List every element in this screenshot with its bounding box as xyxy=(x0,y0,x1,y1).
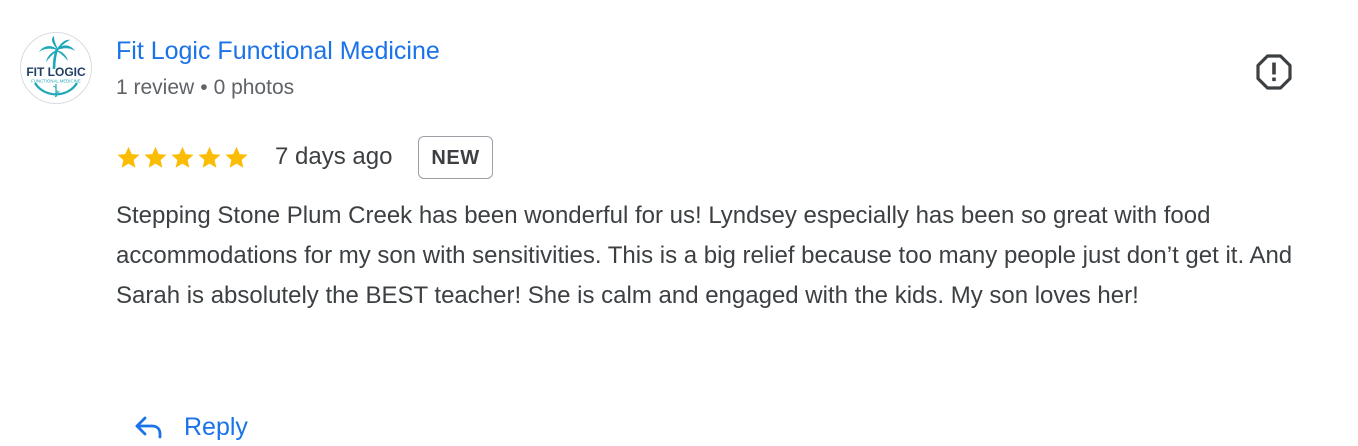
reply-label: Reply xyxy=(184,412,248,441)
review-count: 1 review xyxy=(116,76,195,99)
star-rating xyxy=(116,145,249,170)
rating-row: 7 days ago NEW xyxy=(116,134,493,180)
reviewer-name-link[interactable]: Fit Logic Functional Medicine xyxy=(116,37,440,66)
review-text: Stepping Stone Plum Creek has been wonde… xyxy=(116,202,1293,309)
star-icon xyxy=(225,146,248,168)
logo-text-sub: FUNCTIONAL MEDICINE xyxy=(31,79,81,84)
star-icon xyxy=(171,146,194,168)
new-badge: NEW xyxy=(418,135,493,179)
reviewer-meta: 1 review • 0 photos xyxy=(116,76,294,100)
report-flag-icon xyxy=(1256,54,1292,90)
review-time: 7 days ago xyxy=(275,143,393,170)
star-icon xyxy=(144,146,167,168)
reply-button[interactable]: Reply xyxy=(124,402,248,446)
reply-arrow-icon xyxy=(135,416,162,439)
fit-logic-logo-icon: FIT LOGIC FUNCTIONAL MEDICINE xyxy=(26,36,86,98)
reviewer-avatar[interactable]: FIT LOGIC FUNCTIONAL MEDICINE xyxy=(20,32,92,104)
meta-separator: • xyxy=(200,76,208,99)
star-icon xyxy=(198,146,221,168)
logo-text-main: FIT LOGIC xyxy=(26,65,86,79)
star-icon xyxy=(117,146,140,168)
report-review-button[interactable] xyxy=(1254,52,1294,92)
review-card: FIT LOGIC FUNCTIONAL MEDICINE Fit Logic … xyxy=(0,0,1358,446)
photo-count: 0 photos xyxy=(213,76,295,99)
